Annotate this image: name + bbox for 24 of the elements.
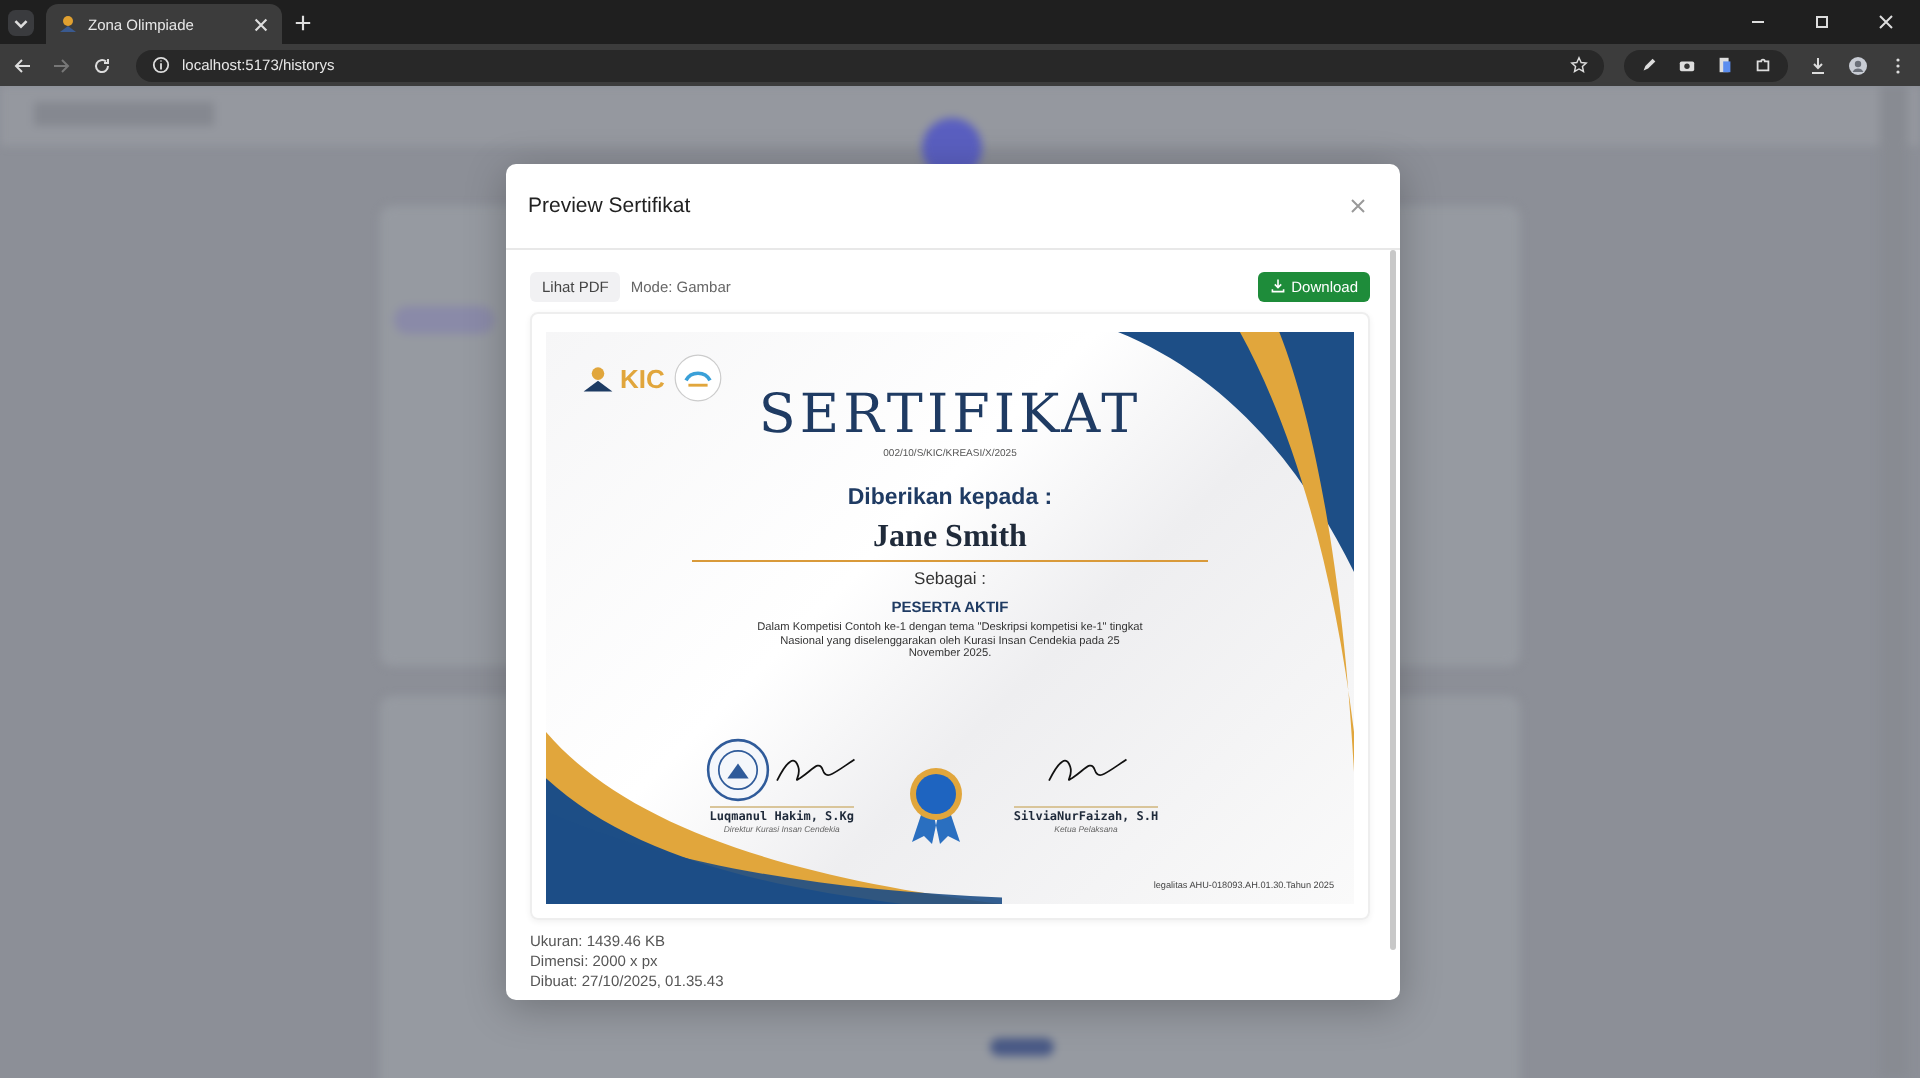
download-icon xyxy=(1269,278,1286,294)
puzzle-icon[interactable] xyxy=(1754,56,1772,74)
document-icon[interactable] xyxy=(1716,56,1734,74)
role-label: Sebagai : xyxy=(914,568,986,588)
reload-icon[interactable] xyxy=(92,55,112,75)
info-icon xyxy=(152,56,170,74)
recipient-name: Jane Smith xyxy=(873,520,1027,556)
certificate-heading: SERTIFIKAT xyxy=(758,386,1142,446)
favicon-icon xyxy=(58,14,78,34)
logo-drawing: KIC xyxy=(580,354,723,402)
download-icon[interactable] xyxy=(1808,55,1828,75)
avatar-icon[interactable] xyxy=(1848,55,1868,75)
back-arrow-icon[interactable] xyxy=(12,55,32,75)
camera-icon[interactable] xyxy=(1678,56,1696,74)
awarded-to-label: Diberikan kepada : xyxy=(847,486,1053,510)
restore-icon[interactable] xyxy=(1812,12,1832,32)
pen-icon[interactable] xyxy=(1640,56,1658,74)
chevron-down-icon[interactable] xyxy=(8,9,34,35)
star-icon[interactable] xyxy=(1570,56,1588,74)
forward-arrow-icon[interactable] xyxy=(52,55,72,75)
new-tab-icon[interactable] xyxy=(294,13,312,31)
scrollbar-thumb[interactable] xyxy=(1390,250,1396,950)
dialog-title: Preview Sertifikat xyxy=(528,194,691,218)
medal-icon xyxy=(905,765,966,845)
